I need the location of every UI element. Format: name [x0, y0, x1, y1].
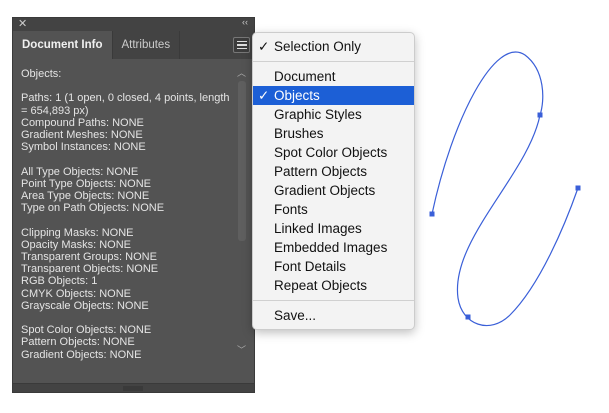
- anchor-point[interactable]: [575, 185, 581, 191]
- anchor-point[interactable]: [429, 211, 435, 217]
- artwork-path[interactable]: [0, 0, 609, 413]
- anchor-point[interactable]: [465, 314, 471, 320]
- bezier-path[interactable]: [431, 51, 579, 327]
- anchor-point[interactable]: [537, 112, 543, 118]
